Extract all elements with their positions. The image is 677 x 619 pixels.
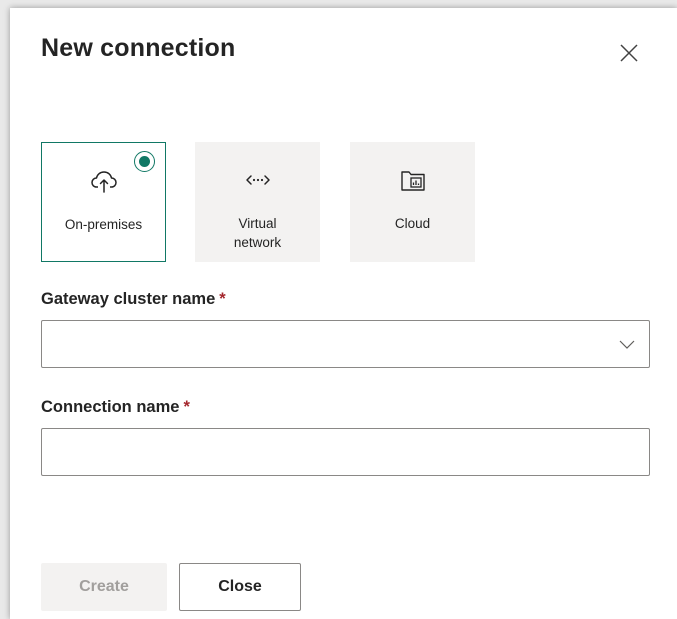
cloud-folder-icon: [400, 171, 425, 191]
virtual-network-icon: [245, 175, 270, 185]
tile-label: On-premises: [64, 217, 143, 232]
connection-name-label-text: Connection name: [41, 398, 180, 416]
selected-radio-icon: [134, 151, 155, 172]
gateway-cluster-dropdown[interactable]: [41, 320, 650, 368]
tile-label-line2: network: [233, 235, 282, 250]
connection-name-input[interactable]: [41, 428, 650, 476]
dialog-title: New connection: [41, 34, 236, 62]
required-mark: *: [183, 398, 190, 416]
tile-label-line1: Virtual: [238, 216, 277, 231]
connection-type-cloud[interactable]: Cloud: [350, 142, 475, 262]
tile-label: Cloud: [394, 216, 431, 231]
gateway-cluster-label: Gateway cluster name *: [41, 290, 226, 309]
cloud-upload-icon: [90, 171, 117, 193]
connection-type-on-premises[interactable]: On-premises: [41, 142, 166, 262]
new-connection-dialog: New connection On-premises Virtual netwo…: [10, 8, 677, 619]
close-icon[interactable]: [618, 42, 640, 64]
chevron-down-icon: [619, 340, 635, 349]
create-button[interactable]: Create: [41, 563, 167, 611]
gateway-cluster-label-text: Gateway cluster name: [41, 290, 216, 308]
connection-type-virtual-network[interactable]: Virtual network: [195, 142, 320, 262]
connection-name-label: Connection name *: [41, 398, 190, 417]
required-mark: *: [219, 290, 226, 308]
close-button[interactable]: Close: [179, 563, 301, 611]
